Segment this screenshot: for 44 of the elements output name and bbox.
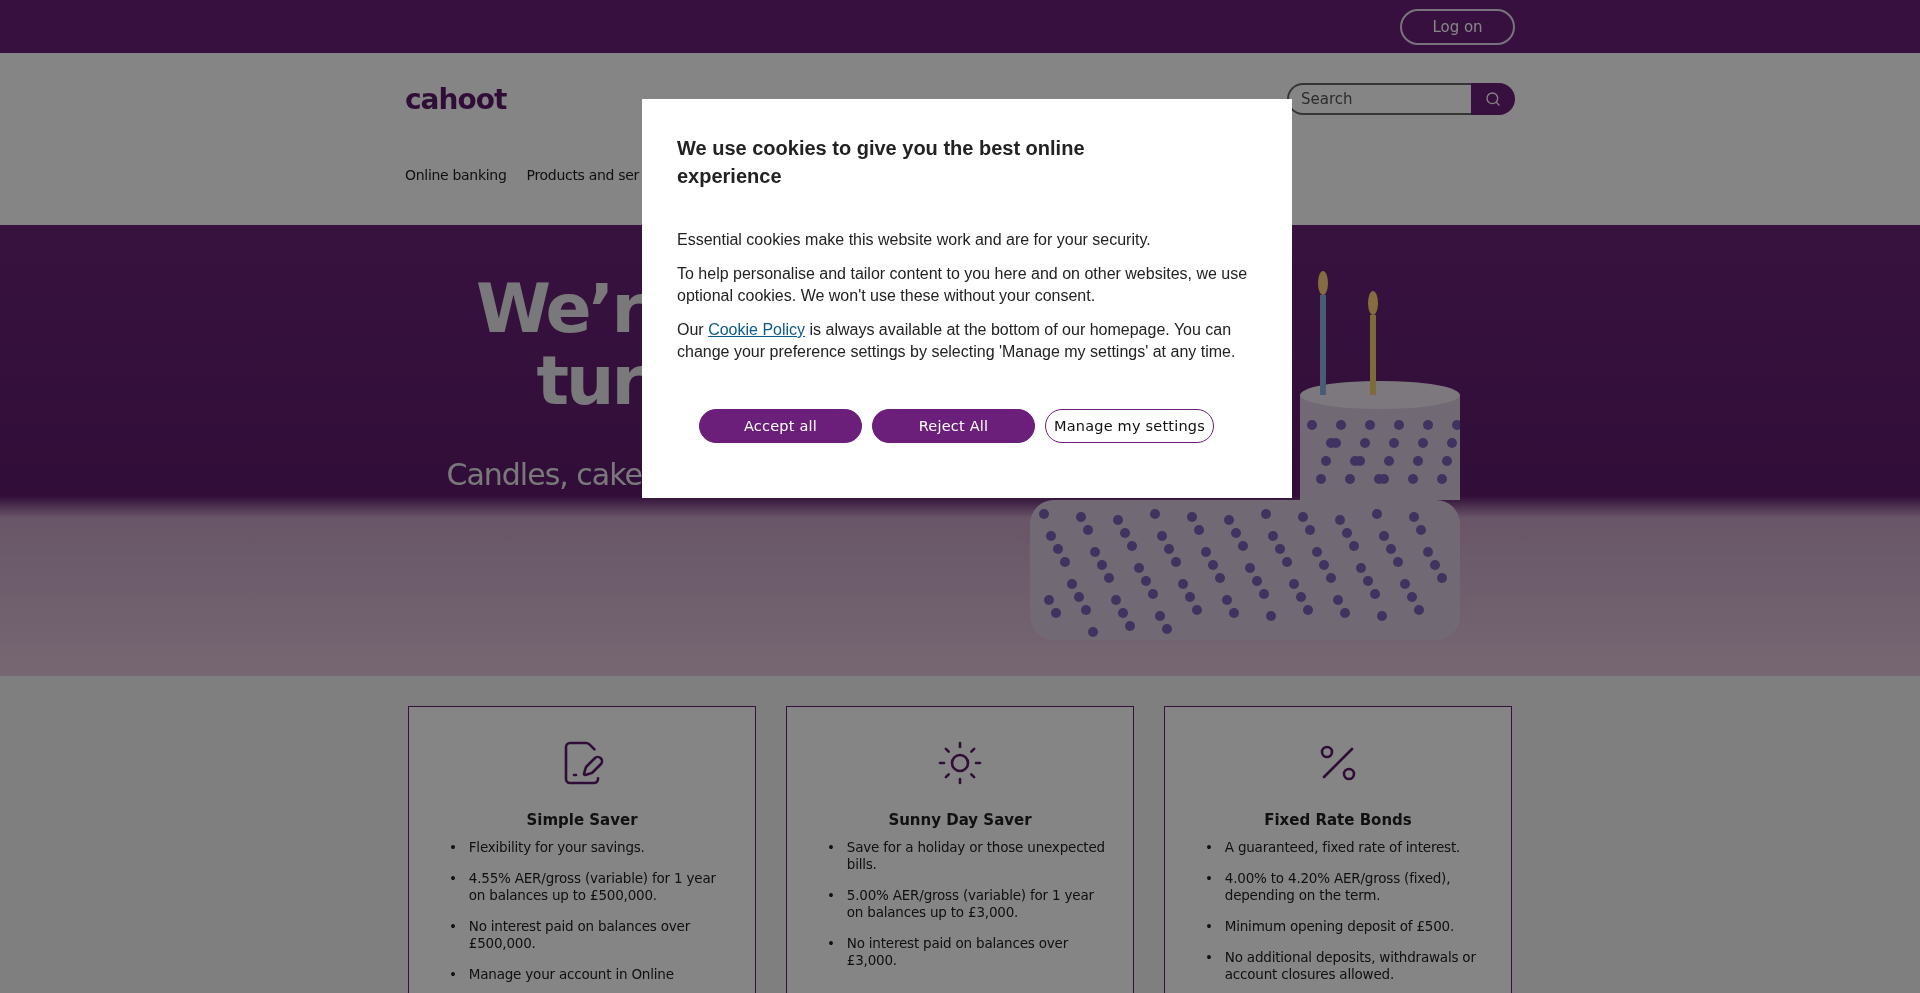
card-bullet: No additional deposits, withdrawals or account closures allowed. [1224,949,1477,983]
bullet-marker: • [449,870,457,888]
card-title: Simple Saver [526,811,638,829]
logo[interactable]: cahoot [405,82,507,116]
bullet-marker: • [449,839,457,856]
card-bullet: 4.55% AER/gross (variable) for 1 year on balances up to £500,000. [468,870,717,904]
bullet-marker: • [1205,870,1213,888]
nav-link[interactable]: Products and ser [526,167,640,183]
bullet-marker: • [827,887,835,905]
cookie-policy-link[interactable]: Cookie Policy [708,321,806,338]
bullet-marker: • [449,966,457,983]
dialog-paragraph: Our Cookie Policy is always available at the bottom of our homepage. You can change your preference settings by selecting 'Manage my settings' at any time. [677,320,1237,362]
nav-link[interactable]: Online banking [405,167,507,183]
manage-settings-button[interactable]: Manage my settings [1045,409,1214,443]
bullet-marker: • [1205,918,1213,935]
card-bullet: A guaranteed, fixed rate of interest. [1224,839,1461,856]
sun-icon [936,739,984,787]
card-bullet: Manage your account in Online [468,966,674,983]
search-icon [1485,91,1501,107]
dialog-paragraph: Essential cookies make this website work and are for your security. [677,230,1152,250]
card-title: Fixed Rate Bonds [1264,811,1412,829]
bullet-marker: • [827,935,835,953]
consent-button[interactable]: Accept all [699,409,862,443]
hero-subtitle: Candles, cake [446,457,642,492]
card-bullet: Minimum opening deposit of £500. [1224,918,1455,935]
bullet-marker: • [827,839,835,857]
bullet-marker: • [1205,949,1213,967]
dialog-paragraph: To help personalise and tailor content to you here and on other websites, we use optional cookies. We won't use these without your consent. [677,264,1249,306]
consent-button[interactable]: Reject All [872,409,1035,443]
search-button[interactable] [1471,83,1515,115]
bullet-marker: • [449,918,457,936]
card-title: Sunny Day Saver [888,811,1032,829]
log-on-button[interactable]: Log on [1400,8,1515,45]
card-bullet: No interest paid on balances over £3,000. [846,935,1070,969]
hero-headline: We’r [475,273,642,345]
card-bullet: 4.00% to 4.20% AER/gross (fixed), depending on the term. [1224,870,1452,904]
bullet-marker: • [1205,839,1213,856]
dialog-title: We use cookies to give you the best online experience [677,136,1086,189]
card-bullet: Flexibility for your savings. [468,839,645,856]
card-bullet: No interest paid on balances over £500,000. [468,918,692,952]
card-bullet: 5.00% AER/gross (variable) for 1 year on balances up to £3,000. [846,887,1095,921]
card-bullet: Save for a holiday or those unexpected bills. [846,839,1106,873]
hero-headline: tur [536,345,642,417]
search-field[interactable]: Search [1287,83,1471,115]
